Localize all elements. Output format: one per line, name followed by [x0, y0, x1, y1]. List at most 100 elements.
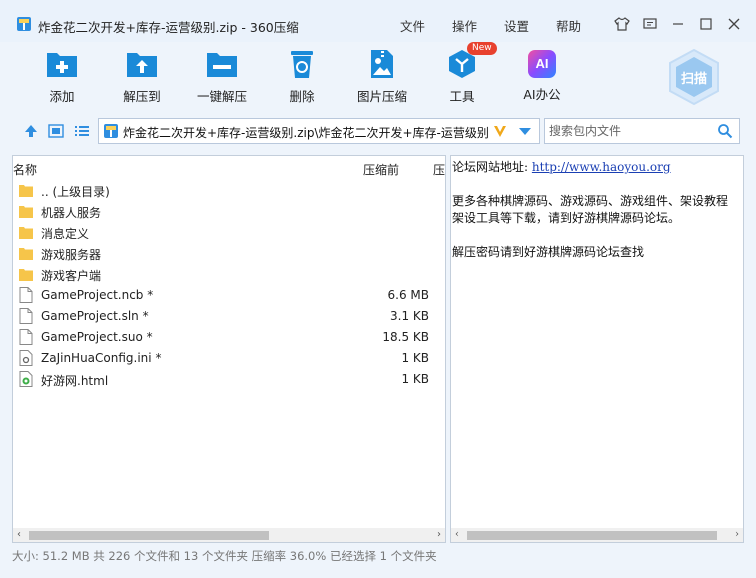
file-size: 6.6 MB — [387, 288, 429, 302]
column-header-compressed-size[interactable]: 压 — [433, 161, 445, 178]
html-file-icon — [19, 371, 33, 387]
ai-icon: AI — [528, 50, 556, 78]
toolbar-one-click-extract-label: 一键解压 — [196, 89, 247, 104]
folder-icon — [19, 206, 33, 218]
skin-button[interactable] — [612, 14, 632, 34]
menu-file[interactable]: 文件 — [400, 16, 425, 35]
list-item-file[interactable]: 好游网.html 1 KB — [19, 369, 439, 389]
delete-icon — [291, 51, 313, 78]
toolbar-one-click-extract-button[interactable]: 一键解压 — [187, 48, 257, 105]
file-list-panel: 名称 压缩前 压 .. (上级目录) 机器人服务 消息定义 游戏服务器 游戏客户… — [12, 155, 446, 543]
list-item-folder[interactable]: 消息定义 — [19, 222, 439, 242]
scrollbar-thumb[interactable] — [29, 531, 269, 540]
image-compress-icon — [371, 50, 393, 78]
scan-label: 扫描 — [680, 72, 707, 87]
list-item-folder[interactable]: 游戏服务器 — [19, 243, 439, 263]
shirt-icon — [614, 17, 630, 31]
list-item-file[interactable]: GameProject.ncb * 6.6 MB — [19, 285, 439, 305]
status-bar: 大小: 51.2 MB 共 226 个文件和 13 个文件夹 压缩率 36.0%… — [12, 549, 437, 563]
toolbar-delete-label: 删除 — [289, 89, 315, 104]
new-badge: New — [467, 42, 497, 55]
address-path: 炸金花二次开发+库存-运营级别.zip\炸金花二次开发+库存-运营级别 — [123, 126, 489, 140]
toolbar-ai-office-button[interactable]: AI AI办公 — [507, 48, 577, 103]
toolbar-image-compress-button[interactable]: 图片压缩 — [347, 48, 417, 105]
toolbar-delete-button[interactable]: 删除 — [267, 48, 337, 105]
message-icon — [643, 18, 657, 29]
file-size: 3.1 KB — [390, 309, 429, 323]
toolbar-ai-office-label: AI办公 — [523, 87, 561, 102]
scroll-left-arrow-icon[interactable]: ‹ — [455, 529, 459, 540]
list-view-icon[interactable] — [73, 123, 91, 139]
maximize-button[interactable] — [696, 14, 716, 34]
preview-site-line: 论坛网站地址: http://www.haoyou.org — [452, 158, 671, 175]
file-name: 机器人服务 — [41, 206, 102, 220]
address-bar[interactable]: 炸金花二次开发+库存-运营级别.zip\炸金花二次开发+库存-运营级别 — [98, 118, 540, 144]
app-window: 炸金花二次开发+库存-运营级别.zip - 360压缩 文件 操作 设置 帮助 … — [0, 0, 756, 578]
folder-icon — [19, 227, 33, 239]
file-icon — [19, 287, 33, 303]
toolbar-image-compress-label: 图片压缩 — [356, 89, 407, 104]
scan-button[interactable]: 扫描 — [666, 48, 722, 106]
close-button[interactable] — [724, 14, 744, 34]
folder-icon — [19, 248, 33, 260]
file-size: 18.5 KB — [382, 330, 429, 344]
preview-panel: 论坛网站地址: http://www.haoyou.org 更多各种棋牌源码、游… — [450, 155, 744, 543]
menu-settings[interactable]: 设置 — [504, 16, 529, 35]
toolbar-tools-label: 工具 — [449, 89, 475, 104]
maximize-icon — [700, 18, 712, 30]
search-icon[interactable] — [717, 123, 733, 139]
list-item-file[interactable]: GameProject.sln * 3.1 KB — [19, 306, 439, 326]
menu-operation[interactable]: 操作 — [452, 16, 477, 35]
title-bar: 炸金花二次开发+库存-运营级别.zip - 360压缩 文件 操作 设置 帮助 — [0, 0, 756, 42]
preview-text-line: 解压密码请到好游棋牌源码论坛查找 — [452, 245, 645, 259]
preview-site-link[interactable]: http://www.haoyou.org — [532, 160, 671, 174]
search-input[interactable] — [545, 119, 717, 143]
toolbar-add-button[interactable]: 添加 — [27, 48, 97, 105]
file-size: 1 KB — [401, 351, 429, 365]
list-item-parent-dir[interactable]: .. (上级目录) — [19, 180, 439, 200]
chevron-down-icon[interactable] — [518, 127, 532, 137]
scrollbar-thumb[interactable] — [467, 531, 717, 540]
scroll-right-arrow-icon[interactable]: › — [437, 529, 441, 540]
file-name: GameProject.ncb * — [41, 288, 154, 302]
preview-hscrollbar[interactable]: ‹ › — [451, 528, 743, 542]
file-name: 消息定义 — [41, 227, 90, 241]
config-file-icon — [19, 350, 33, 366]
list-item-file[interactable]: GameProject.suo * 18.5 KB — [19, 327, 439, 347]
toolbar-tools-button[interactable]: New 工具 — [427, 42, 497, 105]
list-item-file[interactable]: ZaJinHuaConfig.ini * 1 KB — [19, 348, 439, 368]
file-icon — [19, 329, 33, 345]
minimize-button[interactable] — [668, 14, 688, 34]
file-name: GameProject.suo * — [41, 330, 153, 344]
zip-archive-icon — [104, 124, 118, 138]
file-name: 游戏客户端 — [41, 269, 102, 283]
toolbar-extract-to-button[interactable]: 解压到 — [107, 48, 177, 105]
column-header-original-size[interactable]: 压缩前 — [363, 161, 399, 178]
minimize-icon — [673, 23, 683, 25]
folder-icon — [19, 269, 33, 281]
list-item-folder[interactable]: 机器人服务 — [19, 201, 439, 221]
window-title: 炸金花二次开发+库存-运营级别.zip - 360压缩 — [38, 20, 299, 35]
scroll-right-arrow-icon[interactable]: › — [735, 529, 739, 540]
archive-app-icon — [17, 17, 31, 31]
list-item-folder[interactable]: 游戏客户端 — [19, 264, 439, 284]
file-name: .. (上级目录) — [41, 185, 110, 199]
toolbar-extract-to-label: 解压到 — [123, 89, 161, 104]
file-name: ZaJinHuaConfig.ini * — [41, 351, 162, 365]
file-size: 1 KB — [401, 372, 429, 386]
add-icon — [47, 53, 77, 77]
one-click-extract-icon — [207, 53, 237, 77]
search-box — [544, 118, 740, 144]
scroll-left-arrow-icon[interactable]: ‹ — [17, 529, 21, 540]
column-header-name[interactable]: 名称 — [13, 161, 37, 178]
feedback-button[interactable] — [640, 14, 660, 34]
menu-help[interactable]: 帮助 — [556, 16, 581, 35]
file-list-hscrollbar[interactable]: ‹ › — [13, 528, 445, 542]
thumbnail-view-icon[interactable] — [47, 123, 65, 139]
up-arrow-icon[interactable] — [22, 123, 40, 139]
toolbar-add-label: 添加 — [49, 89, 75, 104]
checkmark-v-icon — [494, 126, 506, 137]
preview-site-label: 论坛网站地址: — [452, 160, 529, 174]
extract-to-icon — [127, 53, 157, 77]
file-icon — [19, 308, 33, 324]
